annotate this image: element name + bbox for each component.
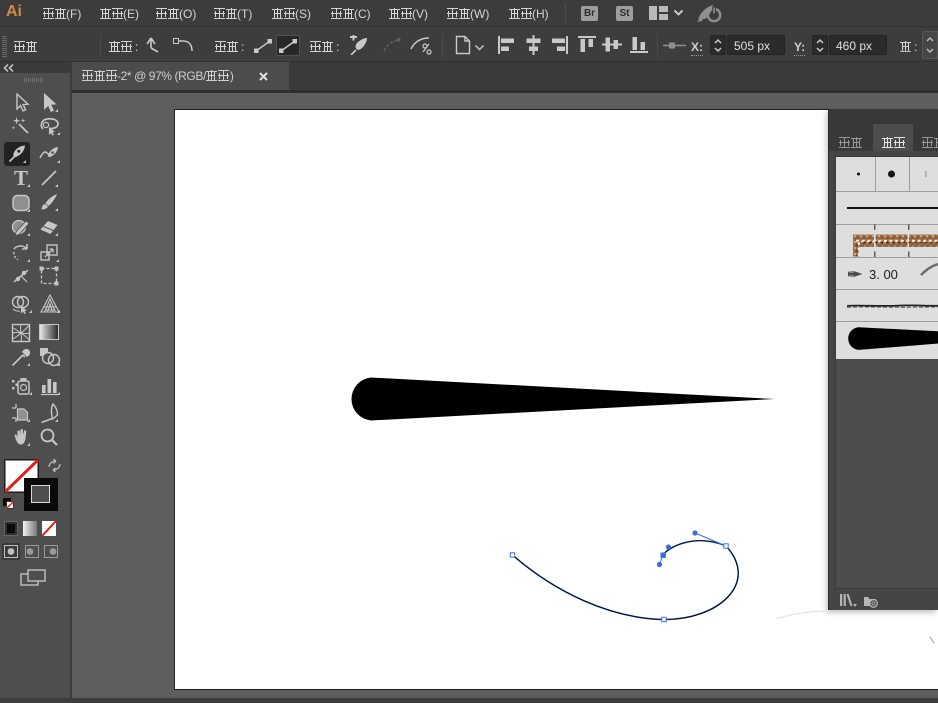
svg-text:T: T [14, 168, 28, 188]
svg-text:3. 00: 3. 00 [869, 267, 898, 282]
